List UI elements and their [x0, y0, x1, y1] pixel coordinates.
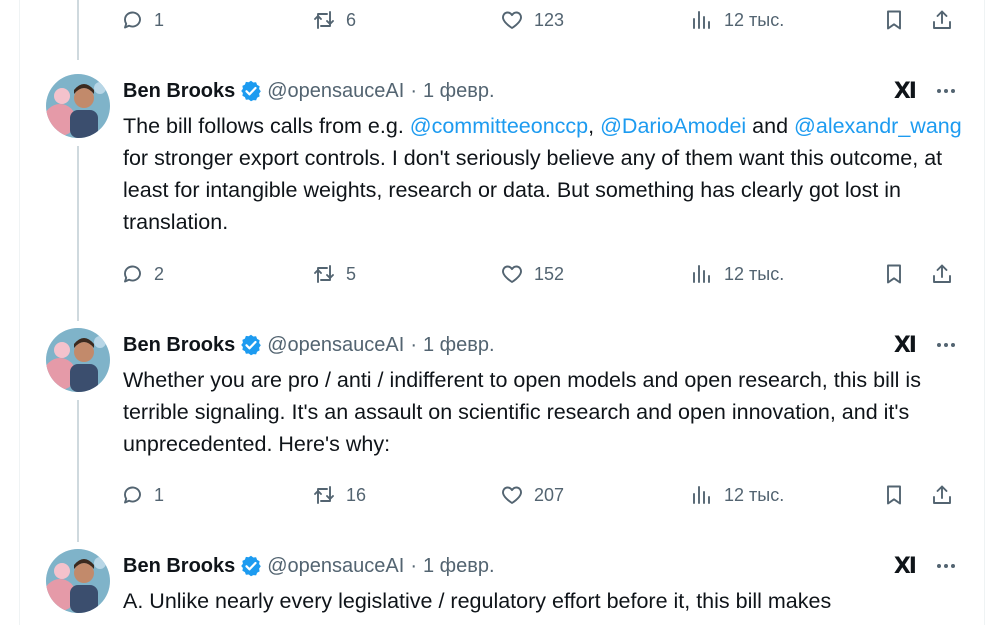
verified-icon — [241, 334, 262, 356]
retweet-button[interactable]: 5 — [312, 262, 356, 286]
author-name[interactable]: Ben Brooks — [123, 334, 235, 357]
retweet-icon — [314, 11, 334, 29]
tweet-text: A. Unlike nearly every legislative / reg… — [123, 589, 832, 613]
bookmark-button[interactable] — [882, 483, 906, 507]
retweet-icon — [314, 486, 334, 504]
avatar[interactable] — [46, 74, 110, 138]
reply-count: 1 — [154, 484, 165, 505]
text-part: and — [746, 114, 795, 138]
verified-icon — [241, 555, 262, 577]
tweet[interactable]: Ben Brooks @opensauceAI · 1 февр. XI Whe… — [20, 328, 985, 468]
thread-line — [77, 0, 79, 60]
bookmark-icon — [887, 10, 901, 30]
tweet-date[interactable]: 1 февр. — [423, 555, 495, 578]
like-icon — [502, 11, 522, 29]
bookmark-icon — [887, 264, 901, 284]
bookmark-button[interactable] — [882, 8, 906, 32]
views-icon — [693, 486, 710, 504]
views-count: 12 тыс. — [724, 263, 785, 284]
text-part: The bill follows calls from e.g. — [123, 114, 410, 138]
views-icon — [693, 265, 710, 283]
views-icon — [693, 11, 710, 29]
grok-badge[interactable]: XI — [894, 333, 917, 358]
like-count: 123 — [534, 9, 565, 30]
share-icon — [933, 10, 951, 29]
author-handle[interactable]: @opensauceAI — [267, 555, 404, 578]
reply-count: 2 — [154, 263, 165, 284]
separator: · — [410, 333, 417, 356]
more-icon[interactable] — [937, 564, 955, 568]
reply-icon — [124, 486, 141, 504]
tweet-actions: 2 5 152 12 тыс. — [120, 262, 960, 286]
like-button[interactable]: 123 — [500, 8, 564, 32]
tweet[interactable]: Ben Brooks @opensauceAI · 1 февр. XI The… — [20, 74, 985, 254]
retweet-button[interactable]: 16 — [312, 483, 366, 507]
text-part: for stronger export controls. I don't se… — [123, 146, 943, 234]
tweet-actions: 1 16 207 12 тыс. — [120, 483, 960, 507]
reply-button[interactable]: 1 — [120, 483, 164, 507]
views-button[interactable]: 12 тыс. — [690, 8, 784, 32]
views-button[interactable]: 12 тыс. — [690, 262, 784, 286]
views-button[interactable]: 12 тыс. — [690, 483, 784, 507]
tweet-date[interactable]: 1 февр. — [423, 334, 495, 357]
mention-link[interactable]: @committeeonccp — [410, 114, 588, 138]
author-handle[interactable]: @opensauceAI — [267, 80, 404, 103]
like-icon — [502, 486, 522, 504]
avatar[interactable] — [46, 328, 110, 392]
bookmark-icon — [887, 485, 901, 505]
separator: · — [410, 554, 417, 577]
retweet-count: 16 — [346, 484, 367, 505]
reply-button[interactable]: 2 — [120, 262, 164, 286]
like-button[interactable]: 207 — [500, 483, 564, 507]
share-button[interactable] — [930, 8, 954, 32]
retweet-icon — [314, 265, 334, 283]
tweet-text: Whether you are pro / anti / indifferent… — [123, 368, 921, 456]
share-button[interactable] — [930, 483, 954, 507]
bookmark-button[interactable] — [882, 262, 906, 286]
retweet-count: 5 — [346, 263, 357, 284]
reply-count: 1 — [154, 9, 165, 30]
author-name[interactable]: Ben Brooks — [123, 555, 235, 578]
mention-link[interactable]: @alexandr_wang — [794, 114, 962, 138]
share-icon — [933, 264, 951, 283]
share-icon — [933, 485, 951, 504]
share-button[interactable] — [930, 262, 954, 286]
reply-icon — [124, 265, 141, 283]
grok-badge[interactable]: XI — [894, 79, 917, 104]
author-handle[interactable]: @opensauceAI — [267, 334, 404, 357]
text-part: , — [588, 114, 601, 138]
tweet-actions: 1 6 123 12 тыс. — [120, 8, 960, 32]
grok-badge[interactable]: XI — [894, 554, 917, 579]
tweet[interactable]: Ben Brooks @opensauceAI · 1 февр. XI A. … — [20, 549, 985, 625]
like-button[interactable]: 152 — [500, 262, 564, 286]
views-count: 12 тыс. — [724, 9, 785, 30]
more-icon[interactable] — [937, 343, 955, 347]
views-count: 12 тыс. — [724, 484, 785, 505]
verified-icon — [241, 80, 262, 102]
retweet-count: 6 — [346, 9, 357, 30]
tweet-date[interactable]: 1 февр. — [423, 80, 495, 103]
reply-button[interactable]: 1 — [120, 8, 164, 32]
like-count: 152 — [534, 263, 565, 284]
retweet-button[interactable]: 6 — [312, 8, 356, 32]
mention-link[interactable]: @DarioAmodei — [600, 114, 746, 138]
more-icon[interactable] — [937, 89, 955, 93]
separator: · — [410, 79, 417, 102]
avatar[interactable] — [46, 549, 110, 613]
like-count: 207 — [534, 484, 565, 505]
reply-icon — [124, 11, 141, 29]
tweet-text: The bill follows calls from e.g. @commit… — [123, 110, 963, 238]
author-name[interactable]: Ben Brooks — [123, 80, 235, 103]
like-icon — [502, 265, 522, 283]
